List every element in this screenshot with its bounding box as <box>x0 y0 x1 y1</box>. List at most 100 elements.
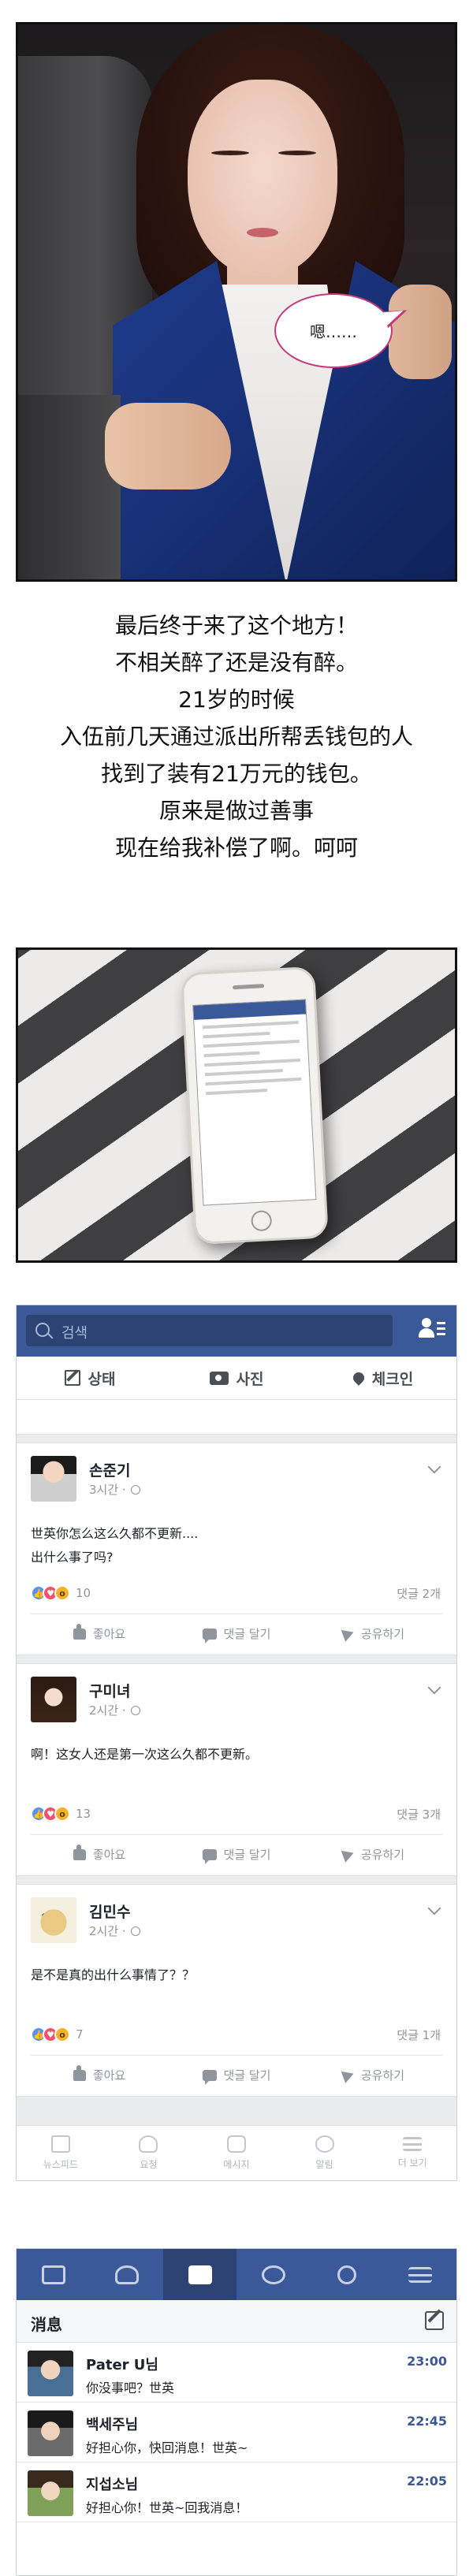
messages-icon <box>226 2135 246 2153</box>
globe-icon <box>130 1926 140 1936</box>
photo-button[interactable]: 사진 <box>163 1357 310 1399</box>
comment-button[interactable]: 댓글 달기 <box>168 1625 305 1644</box>
chevron-down-icon[interactable] <box>427 1901 441 1915</box>
nav-requests[interactable]: 요청 <box>105 2126 193 2180</box>
share-button[interactable]: 공유하기 <box>305 2067 442 2083</box>
tab-menu[interactable] <box>383 2249 456 2300</box>
thumbs-up-icon <box>73 1844 86 1860</box>
friends-icon <box>139 2135 158 2153</box>
globe-icon <box>261 2265 285 2284</box>
post-time: 3시간 · <box>89 1481 140 1498</box>
story-text: 最后终于来了这个地方！ 不相关醉了还是没有醉。 21岁的时候 入伍前几天通过派出… <box>0 607 473 866</box>
message-item[interactable]: 지섭소님 好担心你！世英~回我消息！ 22:05 <box>17 2462 456 2522</box>
feed-post: 김민수 2시간 · 是不是真的出什么事情了？？ 👍 ♥ o 7 댓글 1개 좋아… <box>17 1884 456 2097</box>
post-text: 世英你怎么这么久都不更新.... 出什么事了吗? <box>31 1526 199 1565</box>
news-feed-icon <box>50 2135 70 2153</box>
nav-more[interactable]: 더 보기 <box>368 2126 456 2180</box>
share-button[interactable]: 공유하기 <box>305 1846 442 1863</box>
reactions[interactable]: 👍 ♥ o 7 <box>31 2025 84 2044</box>
wow-reaction-icon: o <box>54 1585 70 1601</box>
phone-screen <box>192 999 317 1206</box>
composer-actions: 상태 사진 체크인 <box>17 1357 456 1400</box>
messages-screen: 消息 Pater U님 你没事吧？世英 23:00 백세주님 好担心你，快回消息… <box>16 2248 457 2576</box>
avatar[interactable] <box>31 1677 76 1722</box>
story-line: 现在给我补偿了啊。呵呵 <box>114 835 358 861</box>
comment-count[interactable]: 댓글 3개 <box>397 1806 441 1822</box>
chevron-down-icon[interactable] <box>427 1460 441 1474</box>
home-button <box>251 1210 273 1232</box>
phone-on-bed-photo <box>16 947 457 1263</box>
post-text: 是不是真的出什么事情了？？ <box>31 1967 196 1982</box>
camera-icon <box>209 1371 229 1385</box>
post-actions: 좋아요 댓글 달기 공유하기 <box>31 1834 442 1874</box>
nav-notifications[interactable]: 알림 <box>281 2126 369 2180</box>
comment-button[interactable]: 댓글 달기 <box>168 2067 305 2085</box>
globe-icon <box>130 1706 140 1715</box>
story-line: 21岁的时候 <box>178 687 295 713</box>
story-line: 不相关醉了还是没有醉。 <box>114 650 358 676</box>
like-button[interactable]: 좋아요 <box>31 1623 168 1642</box>
chevron-down-icon[interactable] <box>427 1681 441 1695</box>
tab-friends[interactable] <box>90 2249 163 2300</box>
comment-button[interactable]: 댓글 달기 <box>168 1846 305 1864</box>
smartphone <box>181 966 329 1245</box>
wow-reaction-icon: o <box>54 1806 70 1822</box>
speech-bubble: 嗯…… <box>274 293 393 368</box>
post-time: 2시간 · <box>89 1923 140 1939</box>
checkin-button[interactable]: 체크인 <box>310 1357 456 1399</box>
story-line: 最后终于来了这个地方！ <box>114 612 358 638</box>
story-line: 找到了装有21万元的钱包。 <box>101 761 372 787</box>
bottom-nav: 뉴스피드 요청 메시지 알림 더 보기 <box>17 2125 456 2180</box>
messages-header: 消息 <box>17 2300 456 2343</box>
post-text: 啊！这女人还是第一次这么久都不更新。 <box>31 1747 259 1762</box>
post-actions: 좋아요 댓글 달기 공유하기 <box>31 1614 442 1653</box>
avatar[interactable] <box>31 1897 76 1943</box>
message-item[interactable]: 백세주님 好担心你，快回消息！世英~ 22:45 <box>17 2403 456 2462</box>
face <box>188 80 337 277</box>
comment-icon <box>202 2069 217 2085</box>
share-icon <box>341 1625 356 1642</box>
menu-icon <box>408 2266 432 2283</box>
post-author[interactable]: 손준기 <box>89 1459 130 1480</box>
nav-messages[interactable]: 메시지 <box>192 2126 281 2180</box>
post-author[interactable]: 구미녀 <box>89 1680 130 1701</box>
comment-icon <box>202 1628 217 1644</box>
friends-icon <box>114 2265 139 2284</box>
comment-count[interactable]: 댓글 1개 <box>397 2027 441 2043</box>
feed-post: 구미녀 2시간 · 啊！这女人还是第一次这么久都不更新。 👍 ♥ o 13 댓글… <box>17 1663 456 1876</box>
like-button[interactable]: 좋아요 <box>31 2064 168 2083</box>
edit-icon <box>64 1370 80 1386</box>
avatar <box>28 2351 73 2396</box>
message-item[interactable]: Pater U님 你没事吧？世英 23:00 <box>17 2343 456 2403</box>
globe-icon <box>315 2135 334 2153</box>
search-input[interactable]: 검색 <box>26 1315 393 1346</box>
compose-icon[interactable] <box>425 2311 444 2330</box>
tab-messages[interactable] <box>163 2249 236 2300</box>
tab-notifications[interactable] <box>236 2249 310 2300</box>
avatar[interactable] <box>31 1456 76 1502</box>
feed-header: 검색 <box>17 1305 456 1357</box>
globe-icon <box>130 1485 140 1495</box>
news-feed-icon <box>41 2265 65 2284</box>
search-icon <box>337 2265 356 2284</box>
share-icon <box>341 2067 356 2083</box>
reactions[interactable]: 👍 ♥ o 13 <box>31 1804 91 1823</box>
reactions[interactable]: 👍 ♥ o 10 <box>31 1584 91 1603</box>
location-pin-icon <box>350 1370 367 1386</box>
story-line: 原来是做过善事 <box>158 798 314 824</box>
status-button[interactable]: 상태 <box>17 1357 163 1399</box>
comment-count[interactable]: 댓글 2개 <box>397 1585 441 1602</box>
hand <box>105 403 231 490</box>
nav-news-feed[interactable]: 뉴스피드 <box>17 2126 105 2180</box>
friend-requests-icon[interactable] <box>419 1318 445 1342</box>
share-button[interactable]: 공유하기 <box>305 1625 442 1642</box>
comment-icon <box>202 1848 217 1864</box>
thumbs-up-icon <box>73 1623 86 1640</box>
story-line: 入伍前几天通过派出所帮丢钱包的人 <box>59 724 413 750</box>
menu-icon <box>403 2137 423 2151</box>
like-button[interactable]: 좋아요 <box>31 1844 168 1863</box>
tab-news-feed[interactable] <box>17 2249 90 2300</box>
top-tab-bar <box>17 2249 456 2300</box>
tab-search[interactable] <box>310 2249 383 2300</box>
post-author[interactable]: 김민수 <box>89 1900 130 1922</box>
